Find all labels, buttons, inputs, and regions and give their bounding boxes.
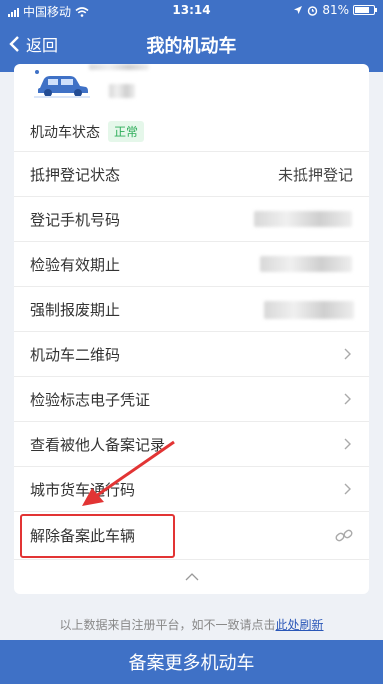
chevron-up-icon — [185, 573, 198, 581]
phone-number-row: 登记手机号码 — [14, 197, 369, 242]
vehicle-card: 机动车状态 正常 抵押登记状态 未抵押登记 登记手机号码 检验有效期止 强制报废… — [14, 64, 369, 594]
chevron-right-icon — [344, 393, 351, 405]
add-more-vehicles-button[interactable]: 备案更多机动车 — [0, 640, 383, 684]
alarm-icon — [308, 5, 318, 16]
row-label: 抵押登记状态 — [30, 165, 121, 184]
chevron-left-icon — [9, 36, 19, 52]
collapse-button[interactable] — [14, 560, 369, 594]
others-filing-record-row[interactable]: 查看被他人备案记录 — [14, 422, 369, 467]
chevron-right-icon — [344, 483, 351, 495]
inspection-expiry-row: 检验有效期止 — [14, 242, 369, 287]
unlink-icon — [335, 529, 353, 541]
status-badge: 正常 — [108, 121, 145, 142]
battery-percent: 81% — [322, 3, 349, 17]
data-source-text: 以上数据来自注册平台，如不一致请点击 — [59, 618, 276, 632]
mortgage-status-row: 抵押登记状态 未抵押登记 — [14, 152, 369, 197]
mortgage-status-value: 未抵押登记 — [277, 165, 353, 184]
plate-number-redacted — [109, 84, 135, 98]
nav-bar: 返回 我的机动车 — [0, 24, 383, 64]
refresh-link[interactable]: 此处刷新 — [276, 618, 324, 632]
phone-number-redacted — [254, 211, 352, 227]
vehicle-state-row: 机动车状态 正常 — [14, 112, 369, 152]
row-label: 机动车二维码 — [30, 345, 121, 364]
back-label: 返回 — [26, 36, 59, 55]
row-label: 检验有效期止 — [30, 255, 121, 274]
status-right: 81% — [293, 3, 377, 17]
chevron-right-icon — [344, 348, 351, 360]
back-button[interactable]: 返回 — [8, 32, 58, 56]
unbind-vehicle-row[interactable]: 解除备案此车辆 — [14, 512, 369, 560]
row-label: 强制报废期止 — [30, 300, 121, 319]
chevron-right-icon — [344, 438, 351, 450]
vehicle-header — [14, 64, 369, 112]
data-source-note: 以上数据来自注册平台，如不一致请点击此处刷新 — [0, 616, 383, 633]
info-redacted — [89, 64, 149, 70]
red-arrow-annotation — [82, 440, 175, 506]
row-label: 登记手机号码 — [30, 210, 121, 229]
inspection-date-redacted — [260, 256, 352, 272]
battery-icon — [353, 5, 377, 15]
location-icon — [294, 6, 303, 14]
row-label: 检验标志电子凭证 — [30, 390, 151, 409]
status-bar: 中国移动 13:14 81% — [0, 0, 383, 20]
vehicle-state-label: 机动车状态 — [30, 124, 100, 141]
scrap-date-redacted — [264, 301, 354, 319]
row-label: 解除备案此车辆 — [30, 527, 136, 545]
header-bar: 中国移动 13:14 81% 返回 我的机动车 — [0, 0, 383, 72]
scrap-deadline-row: 强制报废期止 — [14, 287, 369, 332]
car-icon — [34, 70, 90, 98]
inspection-certificate-row[interactable]: 检验标志电子凭证 — [14, 377, 369, 422]
vehicle-qrcode-row[interactable]: 机动车二维码 — [14, 332, 369, 377]
truck-pass-code-row[interactable]: 城市货车通行码 — [14, 467, 369, 512]
